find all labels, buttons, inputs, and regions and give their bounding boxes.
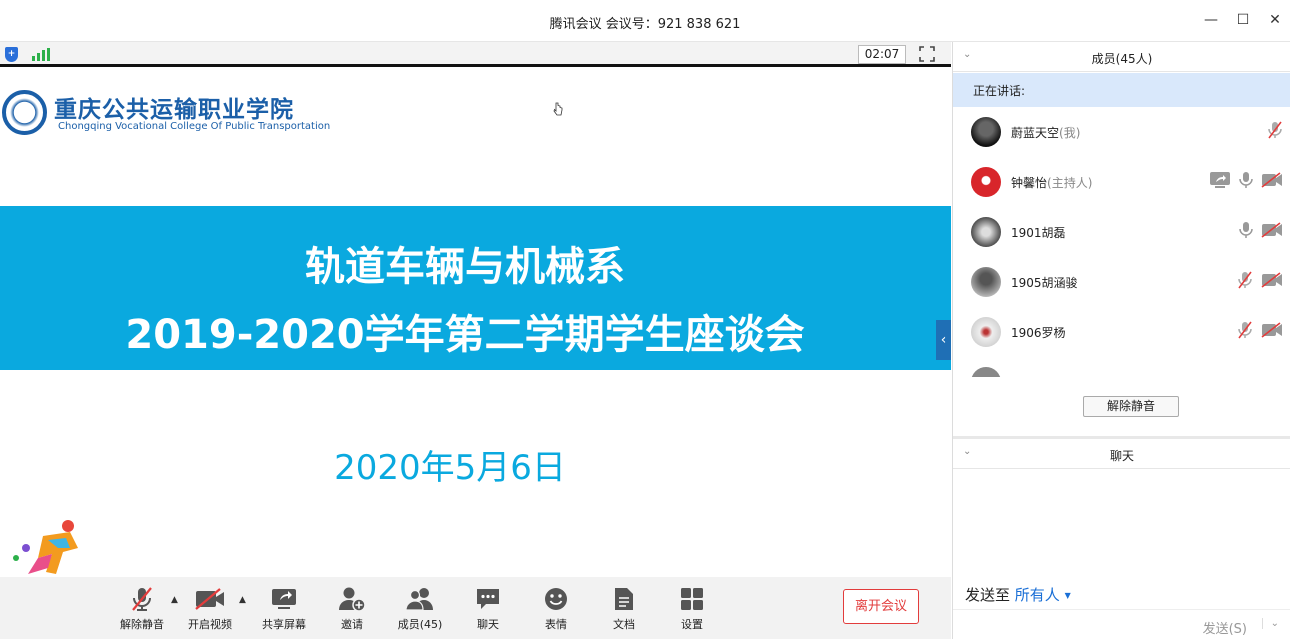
title-banner: 轨道车辆与机械系 2019-2020学年第二学期学生座谈会 <box>0 206 951 370</box>
screen-share-icon[interactable] <box>1209 171 1231 192</box>
send-to-selector[interactable]: 发送至 所有人 ▼ <box>965 584 1071 605</box>
smiley-icon <box>526 585 586 613</box>
member-name: 1905胡涵骏 <box>1011 276 1078 290</box>
network-signal-icon[interactable] <box>32 48 50 61</box>
shared-slide: 重庆公共运输职业学院 Chongqing Vocational College … <box>0 70 951 577</box>
fullscreen-icon[interactable] <box>918 46 936 64</box>
title-bar: 腾讯会议 会议号：921 838 621 — ☐ ✕ <box>0 0 1290 42</box>
grid-settings-icon <box>662 585 722 613</box>
docs-label: 文档 <box>613 618 635 631</box>
member-name: 蔚蓝天空(我) <box>1011 126 1081 140</box>
invite-button[interactable]: 邀请 <box>322 585 382 633</box>
unmute-button[interactable]: 解除静音 <box>112 585 172 633</box>
member-name: 钟馨怡(主持人) <box>1011 176 1093 190</box>
speaking-indicator: 正在讲话: <box>953 73 1290 107</box>
dropdown-caret-icon[interactable]: ▼ <box>1065 591 1071 600</box>
member-row[interactable]: 1905胡涵骏 <box>953 257 1290 307</box>
security-shield-icon[interactable]: + <box>5 47 18 62</box>
speaking-label: 正在讲话: <box>973 84 1026 98</box>
member-name: 1906罗杨 <box>1011 326 1066 340</box>
start-video-label: 开启视频 <box>188 618 232 631</box>
chat-panel-header[interactable]: ⌄ 聊天 <box>953 439 1290 469</box>
video-off-icon[interactable] <box>1261 272 1283 291</box>
members-panel-header[interactable]: ⌄ 成员(45人) <box>953 42 1290 72</box>
mic-icon[interactable] <box>1239 221 1253 242</box>
start-video-button[interactable]: 开启视频 <box>180 585 240 633</box>
chat-messages <box>953 470 1290 575</box>
avatar <box>971 167 1001 197</box>
settings-button[interactable]: 设置 <box>662 585 722 633</box>
slide-heading-2: 2019-2020学年第二学期学生座谈会 <box>125 312 805 358</box>
member-name: 1901胡磊 <box>1011 226 1066 240</box>
unmute-label: 解除静音 <box>120 618 164 631</box>
docs-button[interactable]: 文档 <box>594 585 654 633</box>
avatar <box>971 267 1001 297</box>
school-name-en: Chongqing Vocational College Of Public T… <box>58 121 331 132</box>
avatar <box>971 367 1001 377</box>
chat-input-row[interactable]: 发送(S) ⌄ <box>953 609 1290 639</box>
member-list[interactable]: 蔚蓝天空(我) 钟馨怡(主持人) 1901胡磊 1905胡涵骏 1906罗杨 <box>953 107 1290 377</box>
settings-label: 设置 <box>681 618 703 631</box>
share-screen-label: 共享屏幕 <box>262 618 306 631</box>
members-button[interactable]: 成员(45) <box>390 585 450 633</box>
send-to-label: 发送至 <box>965 586 1011 604</box>
audio-options-caret-icon[interactable]: ▲ <box>171 595 178 605</box>
member-row[interactable] <box>953 357 1290 377</box>
document-icon <box>594 585 654 613</box>
minimize-button[interactable]: — <box>1202 10 1220 30</box>
school-seal-icon <box>2 90 47 135</box>
close-button[interactable]: ✕ <box>1266 10 1284 30</box>
avatar <box>971 317 1001 347</box>
video-off-icon[interactable] <box>1261 172 1283 191</box>
members-icon <box>390 585 450 613</box>
video-off-icon[interactable] <box>1261 222 1283 241</box>
status-bar: + 02:07 <box>0 42 951 67</box>
slide-heading-1: 轨道车辆与机械系 <box>305 244 625 290</box>
send-options-caret-icon[interactable]: ⌄ <box>1261 618 1279 629</box>
collapse-panel-button[interactable]: ‹ <box>936 320 951 360</box>
avatar <box>971 217 1001 247</box>
video-off-icon <box>180 585 240 613</box>
share-screen-button[interactable]: 共享屏幕 <box>254 585 314 633</box>
member-row[interactable]: 1901胡磊 <box>953 207 1290 257</box>
slide-date: 2020年5月6日 <box>334 448 566 488</box>
reactions-label: 表情 <box>545 618 567 631</box>
muted-mic-icon[interactable] <box>1237 271 1253 292</box>
runner-decoration-icon <box>13 520 78 574</box>
invite-label: 邀请 <box>341 618 363 631</box>
window-title: 腾讯会议 会议号：921 838 621 <box>549 17 741 32</box>
side-panel: ⌄ 成员(45人) 正在讲话: 蔚蓝天空(我) 钟馨怡(主持人) 1901胡磊 … <box>952 42 1290 639</box>
reactions-button[interactable]: 表情 <box>526 585 586 633</box>
chat-label: 聊天 <box>477 618 499 631</box>
muted-mic-icon <box>112 585 172 613</box>
send-button[interactable]: 发送(S) <box>1203 618 1247 637</box>
muted-mic-icon[interactable] <box>1237 321 1253 342</box>
share-screen-icon <box>254 585 314 613</box>
avatar <box>971 117 1001 147</box>
member-row[interactable]: 1906罗杨 <box>953 307 1290 357</box>
chat-button[interactable]: 聊天 <box>458 585 518 633</box>
send-to-target[interactable]: 所有人 <box>1015 586 1060 604</box>
school-logo: 重庆公共运输职业学院 Chongqing Vocational College … <box>2 90 330 140</box>
unmute-all-button[interactable]: 解除静音 <box>1083 396 1179 417</box>
member-row[interactable]: 钟馨怡(主持人) <box>953 157 1290 207</box>
mouse-cursor-icon <box>553 102 563 119</box>
chat-bubble-icon <box>458 585 518 613</box>
meeting-view: + 02:07 重庆公共运输职业学院 Chongqing Vocational … <box>0 42 951 639</box>
maximize-button[interactable]: ☐ <box>1234 10 1252 30</box>
members-label: 成员(45) <box>397 618 443 631</box>
meeting-timer: 02:07 <box>858 45 906 64</box>
member-row[interactable]: 蔚蓝天空(我) <box>953 107 1290 157</box>
muted-mic-icon[interactable] <box>1267 121 1283 142</box>
meeting-toolbar: 解除静音 ▲ 开启视频 ▲ 共享屏幕 邀请 成员(45) 聊天 表情 文档 设置… <box>0 577 951 639</box>
mic-icon[interactable] <box>1239 171 1253 192</box>
chat-panel-title: 聊天 <box>1109 449 1134 463</box>
school-name-cn: 重庆公共运输职业学院 <box>54 96 294 123</box>
members-panel-title: 成员(45人) <box>1091 52 1153 66</box>
add-user-icon <box>322 585 382 613</box>
video-options-caret-icon[interactable]: ▲ <box>239 595 246 605</box>
video-off-icon[interactable] <box>1261 322 1283 341</box>
leave-meeting-button[interactable]: 离开会议 <box>843 589 919 624</box>
